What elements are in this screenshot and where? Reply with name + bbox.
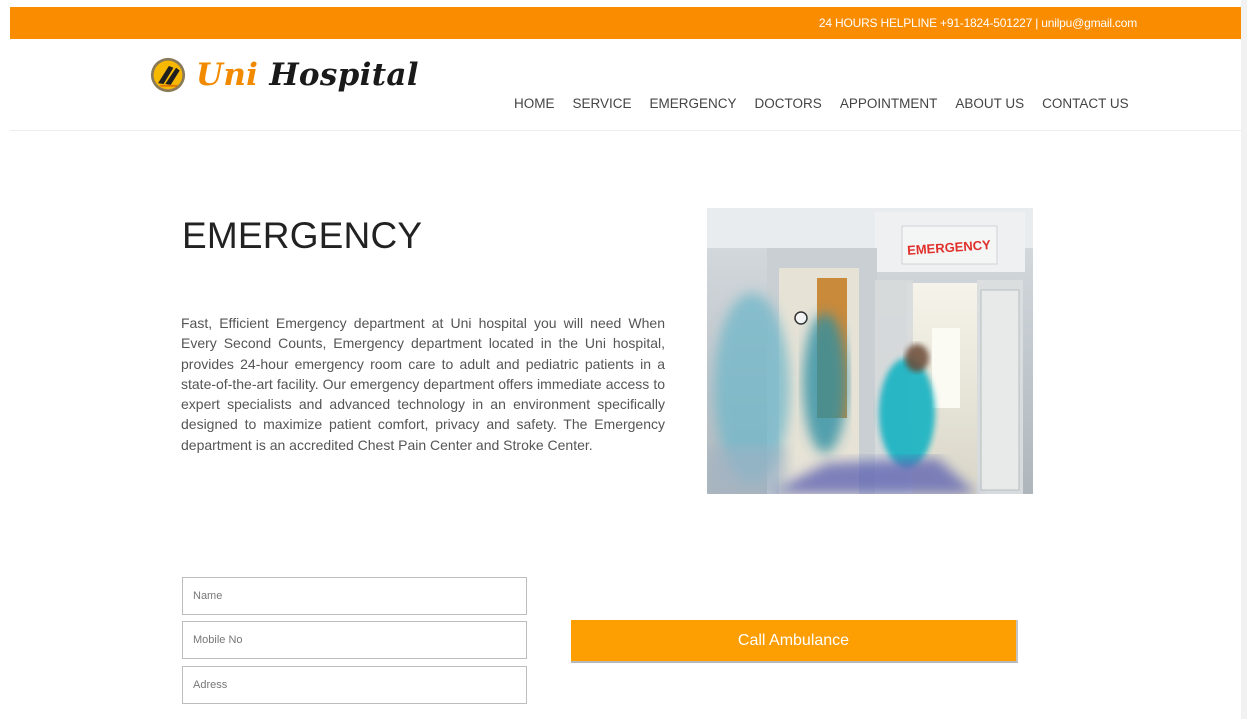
- logo-word-uni: Uni: [196, 57, 259, 93]
- nav-contact-us[interactable]: CONTACT US: [1042, 96, 1129, 111]
- nav-doctors[interactable]: DOCTORS: [755, 96, 822, 111]
- logo-wordmark: Uni Hospital: [196, 57, 419, 93]
- nav-home[interactable]: HOME: [514, 96, 555, 111]
- site-header: Uni Hospital HOME SERVICE EMERGENCY DOCT…: [10, 39, 1241, 131]
- name-input[interactable]: [182, 577, 527, 615]
- call-ambulance-button[interactable]: Call Ambulance: [571, 620, 1018, 663]
- main-nav: HOME SERVICE EMERGENCY DOCTORS APPOINTME…: [514, 96, 1129, 111]
- logo-word-hospital: Hospital: [269, 57, 419, 93]
- lpu-emblem-icon: [150, 57, 186, 93]
- mobile-no-input[interactable]: [182, 621, 527, 659]
- nav-about-us[interactable]: ABOUT US: [955, 96, 1024, 111]
- nav-appointment[interactable]: APPOINTMENT: [840, 96, 938, 111]
- emergency-room-photo: EMERGENCY: [707, 208, 1033, 494]
- site-logo[interactable]: Uni Hospital: [150, 53, 419, 97]
- page-scrollbar[interactable]: [1241, 0, 1247, 719]
- top-bar: 24 HOURS HELPLINE +91-1824-501227 | unil…: [10, 7, 1241, 39]
- emergency-description: Fast, Efficient Emergency department at …: [181, 315, 665, 453]
- nav-emergency[interactable]: EMERGENCY: [650, 96, 737, 111]
- helpline-text: 24 HOURS HELPLINE +91-1824-501227 | unil…: [818, 16, 1137, 30]
- address-input[interactable]: [182, 666, 527, 704]
- nav-service[interactable]: SERVICE: [573, 96, 632, 111]
- page-title: EMERGENCY: [182, 215, 423, 256]
